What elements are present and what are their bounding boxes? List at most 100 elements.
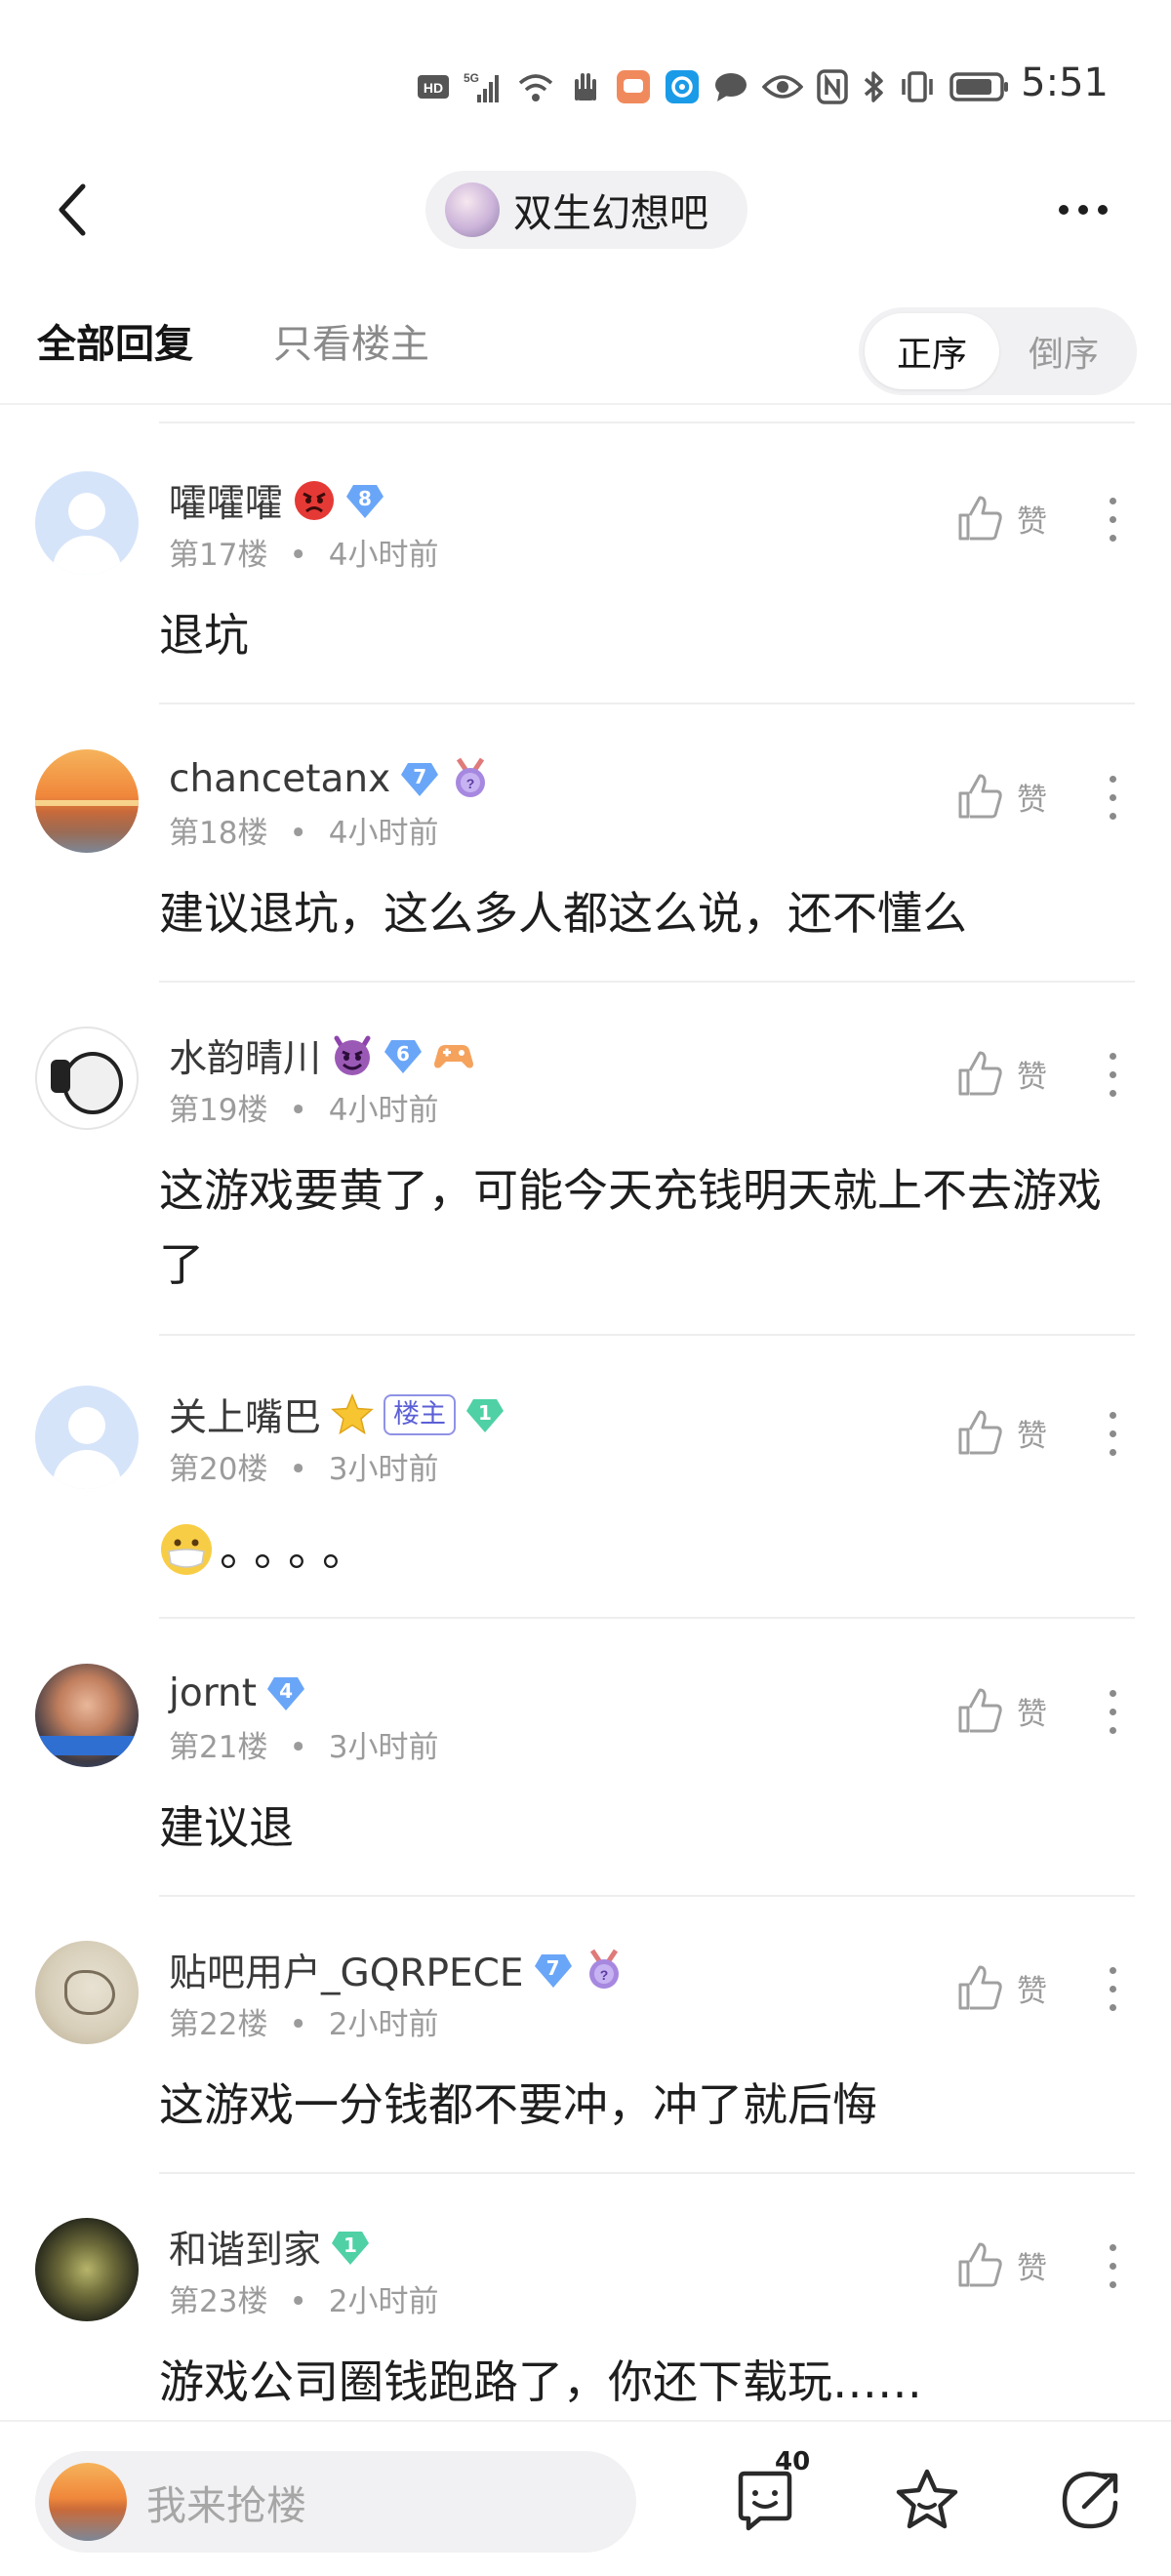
svg-text:?: ? (599, 1967, 608, 1983)
floor-number: 第21楼 (169, 1730, 268, 1765)
like-button[interactable]: 赞 (956, 767, 1047, 825)
star-emoji (331, 1393, 374, 1435)
thumbs-up-icon (958, 1051, 1002, 1096)
divider (159, 1895, 1135, 1897)
comment-menu-button[interactable] (1098, 485, 1127, 553)
post-time: 4小时前 (328, 816, 439, 851)
floor-number: 第17楼 (169, 538, 268, 573)
comment-text: 这游戏一分钱都不要冲，冲了就后悔 (159, 2078, 877, 2131)
sort-descending-button[interactable]: 倒序 (996, 313, 1131, 389)
username[interactable]: 贴吧用户_GQRPECE (169, 1943, 524, 1997)
post-time: 2小时前 (328, 2007, 439, 2042)
more-options-button[interactable] (1044, 176, 1122, 244)
comment-menu-button[interactable] (1098, 1040, 1127, 1108)
favorite-button[interactable] (888, 2461, 966, 2539)
browser-icon (666, 70, 699, 103)
comment-menu-button[interactable] (1098, 1399, 1127, 1468)
avatar[interactable] (35, 1386, 139, 1489)
my-avatar (49, 2463, 127, 2541)
comment-menu-button[interactable] (1098, 1954, 1127, 2023)
vibrate-icon (902, 71, 933, 102)
name-row: 水韵晴川 6 (169, 1028, 475, 1083)
star-icon (896, 2469, 958, 2529)
status-icons: HD 5G (417, 64, 1010, 109)
avatar[interactable] (35, 1941, 139, 2044)
like-button[interactable]: 赞 (956, 489, 1047, 547)
like-button[interactable]: 赞 (956, 1958, 1047, 2017)
like-button[interactable]: 赞 (956, 2235, 1047, 2294)
like-label: 赞 (1017, 1696, 1047, 1732)
forum-avatar (445, 182, 500, 237)
level-badge: 4 (266, 1673, 305, 1712)
name-row: chancetanx 7 ? (169, 751, 492, 806)
level-badge: 8 (345, 481, 384, 520)
svg-text:?: ? (466, 776, 475, 791)
username[interactable]: 关上嘴巴 (169, 1388, 321, 1442)
comment-menu-button[interactable] (1098, 2232, 1127, 2300)
tab-all-replies[interactable]: 全部回复 (37, 312, 193, 369)
thumbs-up-icon (958, 1410, 1002, 1455)
name-row: 贴吧用户_GQRPECE 7 ? (169, 1943, 626, 1997)
comment-meta: 第23楼 • 2小时前 (169, 2284, 439, 2319)
more-dot-icon (1078, 205, 1088, 215)
comment-menu-button[interactable] (1098, 1677, 1127, 1746)
comment-text: 。。。。 (220, 1523, 379, 1576)
hand-icon (575, 73, 596, 101)
comment-meta: 第21楼 • 3小时前 (169, 1730, 439, 1765)
post-time: 4小时前 (328, 538, 439, 573)
like-label: 赞 (1017, 1418, 1047, 1454)
more-dot-icon (1098, 205, 1108, 215)
level-badge: 7 (534, 1951, 573, 1990)
level-badge: 6 (384, 1036, 423, 1075)
share-icon (1062, 2472, 1118, 2529)
comment-menu-button[interactable] (1098, 763, 1127, 831)
divider (159, 2172, 1135, 2174)
username[interactable]: chancetanx (169, 757, 390, 801)
level-badge: 1 (465, 1395, 505, 1434)
avatar[interactable] (35, 1664, 139, 1767)
angry-face-emoji (295, 481, 335, 520)
forum-name: 双生幻想吧 (513, 191, 708, 236)
comment-text: 建议退 (159, 1801, 294, 1854)
avatar[interactable] (35, 1026, 139, 1130)
like-button[interactable]: 赞 (956, 1044, 1047, 1103)
bottom-bar: 我来抢楼 40 (0, 2420, 1171, 2576)
username[interactable]: 水韵晴川 (169, 1028, 321, 1083)
avatar[interactable] (35, 471, 139, 575)
divider (159, 1334, 1135, 1336)
post-time: 3小时前 (328, 1730, 439, 1765)
tab-owner-only[interactable]: 只看楼主 (273, 312, 429, 369)
floor-number: 第22楼 (169, 2007, 268, 2042)
like-label: 赞 (1017, 1973, 1047, 2009)
floor-number: 第19楼 (169, 1093, 268, 1128)
devil-face-emoji (334, 1035, 371, 1075)
chat-app-icon (617, 70, 650, 103)
post-time: 4小时前 (328, 1093, 439, 1128)
comment-meta: 第18楼 • 4小时前 (169, 816, 439, 851)
sort-ascending-button[interactable]: 正序 (865, 313, 999, 389)
divider (159, 703, 1135, 704)
like-button[interactable]: 赞 (956, 1681, 1047, 1740)
comment-text: 建议退坑，这么多人都这么说，还不懂么 (159, 887, 967, 940)
reply-input[interactable]: 我来抢楼 (35, 2451, 636, 2553)
like-label: 赞 (1017, 782, 1047, 818)
username[interactable]: 和谐到家 (169, 2220, 321, 2274)
comment-body: 。。。。 (159, 1512, 1135, 1587)
battery-icon (949, 72, 1008, 101)
avatar[interactable] (35, 2218, 139, 2321)
purple-medal-icon: ? (588, 1949, 619, 1989)
status-bar: HD 5G 5:51 (0, 0, 1171, 146)
game-controller-icon (434, 1044, 474, 1068)
name-row: jornt 4 (169, 1666, 305, 1720)
username[interactable]: 嚯嚯嚯 (169, 473, 283, 528)
name-row: 关上嘴巴 楼主 1 (169, 1388, 505, 1442)
forum-chip[interactable]: 双生幻想吧 (425, 171, 747, 249)
back-button[interactable] (39, 176, 107, 244)
avatar[interactable] (35, 749, 139, 853)
like-button[interactable]: 赞 (956, 1403, 1047, 1462)
share-button[interactable] (1052, 2461, 1130, 2539)
name-row: 和谐到家 1 (169, 2220, 370, 2274)
chevron-left-icon (59, 183, 86, 236)
sort-toggle: 正序 倒序 (859, 307, 1137, 395)
username[interactable]: jornt (169, 1671, 257, 1715)
